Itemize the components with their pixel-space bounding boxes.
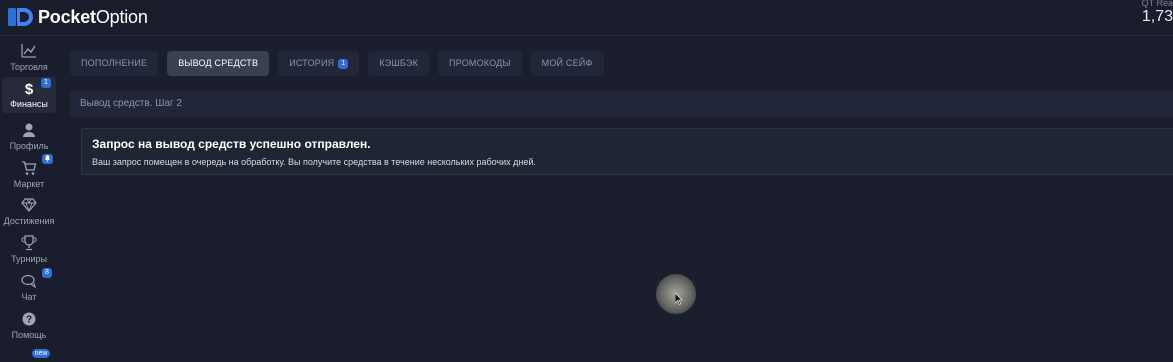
sidebar-item-label: Финансы <box>10 99 48 109</box>
balance-value: 1,73 <box>1141 8 1173 25</box>
tab-label: ВЫВОД СРЕДСТВ <box>178 58 259 68</box>
pocket-option-logo-icon <box>8 8 33 26</box>
tab-label: ПРОМОКОДЫ <box>449 58 511 68</box>
history-badge: 1 <box>338 58 349 69</box>
sidebar-item-tournaments[interactable]: Турниры <box>2 232 56 268</box>
tab-label: МОЙ СЕЙФ <box>541 58 593 68</box>
step-header: Вывод средств. Шаг 2 <box>70 91 1173 117</box>
chat-icon <box>21 274 36 289</box>
sidebar-item-trading[interactable]: Торговля <box>2 40 56 76</box>
notice-message: Ваш запрос помещен в очередь на обработк… <box>92 157 536 167</box>
help-icon: ? <box>22 312 36 326</box>
tab-label: ПОПОЛНЕНИЕ <box>81 58 148 68</box>
bell-icon <box>45 155 50 162</box>
sidebar-item-label: Помощь <box>11 330 47 340</box>
svg-text:$: $ <box>25 81 34 96</box>
tab-label: ИСТОРИЯ <box>289 58 335 68</box>
account-balance[interactable]: QT Rea 1,73 <box>1133 0 1173 26</box>
logo-text: PocketOption <box>38 6 148 27</box>
new-badge: new <box>32 349 50 358</box>
success-notice: Запрос на вывод средств успешно отправле… <box>81 128 1173 175</box>
sidebar-item-label: Маркет <box>13 179 45 189</box>
trophy-icon <box>21 235 37 251</box>
tab-my-safe[interactable]: МОЙ СЕЙФ <box>530 51 604 76</box>
svg-text:?: ? <box>26 315 32 326</box>
sidebar-item-label: Турниры <box>11 254 47 264</box>
market-notification-badge <box>42 154 53 164</box>
logo[interactable]: PocketOption <box>8 6 148 28</box>
tab-history[interactable]: ИСТОРИЯ 1 <box>278 51 360 76</box>
chat-badge: 8 <box>42 268 52 278</box>
user-icon <box>23 123 35 137</box>
tab-withdrawal[interactable]: ВЫВОД СРЕДСТВ <box>167 51 270 76</box>
sidebar-item-achievements[interactable]: Достижения <box>2 194 56 230</box>
finance-badge: 1 <box>41 78 51 88</box>
cart-icon <box>22 161 37 175</box>
tab-label: КЭШБЭК <box>379 58 419 68</box>
sidebar-item-label: Чат <box>21 292 37 302</box>
top-bar: PocketOption QT Rea 1,73 <box>0 0 1173 36</box>
sidebar-item-help[interactable]: ? Помощь <box>2 308 56 344</box>
diamond-icon <box>21 198 37 213</box>
mouse-cursor-icon <box>675 293 683 305</box>
balance-label: QT Rea <box>1141 0 1173 8</box>
sidebar-item-label: Профиль <box>9 141 49 151</box>
sidebar-item-label: Торговля <box>10 62 48 72</box>
tab-deposit[interactable]: ПОПОЛНЕНИЕ <box>70 51 159 76</box>
sidebar-item-profile[interactable]: Профиль <box>2 119 56 155</box>
sidebar-item-label: Достижения <box>3 216 55 226</box>
tab-cashback[interactable]: КЭШБЭК <box>368 51 430 76</box>
dollar-icon: $ <box>25 81 34 96</box>
sidebar: Торговля $ Финансы 1 Профиль Маркет Дост… <box>0 36 58 362</box>
notice-title: Запрос на вывод средств успешно отправле… <box>92 137 371 151</box>
finance-tabs: ПОПОЛНЕНИЕ ВЫВОД СРЕДСТВ ИСТОРИЯ 1 КЭШБЭК… <box>70 51 613 76</box>
tab-promocodes[interactable]: ПРОМОКОДЫ <box>438 51 522 76</box>
chart-icon <box>21 44 36 58</box>
